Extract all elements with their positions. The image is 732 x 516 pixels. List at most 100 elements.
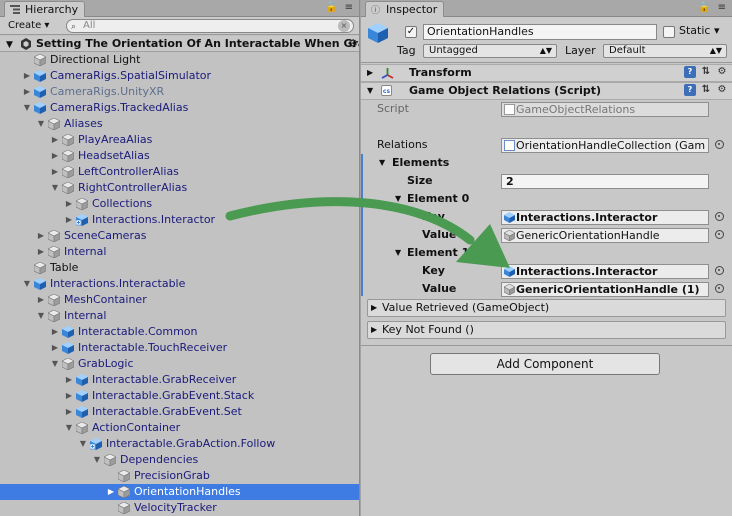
collapsed-arrow-icon[interactable]: ▶	[64, 388, 74, 404]
expanded-arrow-icon[interactable]: ▼	[367, 83, 373, 99]
panel-menu-icon[interactable]: 🔒 ≡	[325, 2, 355, 13]
hierarchy-row[interactable]: ▶ Interactable.TouchReceiver	[0, 340, 359, 356]
collapsed-arrow-icon[interactable]: ▶	[106, 484, 116, 500]
tag-dropdown[interactable]: Untagged ▲▼	[423, 44, 557, 58]
hierarchy-row[interactable]: ▶ CameraRigs.SpatialSimulator	[0, 68, 359, 84]
collapsed-arrow-icon[interactable]: ▶	[64, 212, 74, 228]
object-picker-icon[interactable]	[715, 140, 724, 149]
gear-icon[interactable]: ⚙	[716, 66, 728, 78]
hierarchy-row[interactable]: Directional Light	[0, 52, 359, 68]
collapsed-arrow-icon[interactable]: ▶	[367, 65, 373, 81]
element1-row[interactable]: ▼ Element 1	[361, 244, 732, 262]
hierarchy-row[interactable]: ▼ Aliases	[0, 116, 359, 132]
hierarchy-row[interactable]: ▶ Collections	[0, 196, 359, 212]
hierarchy-row[interactable]: ▶ MeshContainer	[0, 292, 359, 308]
static-dropdown[interactable]: Static ▾	[679, 24, 719, 38]
collapsed-arrow-icon[interactable]: ▶	[22, 68, 32, 84]
hierarchy-row[interactable]: PrecisionGrab	[0, 468, 359, 484]
hierarchy-row[interactable]: ▶ PlayAreaAlias	[0, 132, 359, 148]
expanded-arrow-icon[interactable]: ▼	[379, 154, 385, 172]
preset-icon[interactable]: ⇅	[700, 66, 712, 78]
collapsed-arrow-icon[interactable]: ▶	[371, 322, 377, 338]
active-checkbox[interactable]: ✓	[405, 26, 417, 38]
scene-header[interactable]: ▼ Setting The Orientation Of An Interact…	[0, 36, 359, 52]
gear-icon[interactable]: ⚙	[716, 84, 728, 96]
collapsed-arrow-icon[interactable]: ▶	[50, 148, 60, 164]
expanded-arrow-icon[interactable]: ▼	[395, 244, 401, 262]
hierarchy-row[interactable]: ▼ CameraRigs.TrackedAlias	[0, 100, 359, 116]
relations-component-header[interactable]: ▼ cs Game Object Relations (Script) ? ⇅ …	[361, 82, 732, 100]
value-retrieved-event[interactable]: ▶ Value Retrieved (GameObject)	[367, 299, 726, 317]
hierarchy-row[interactable]: ▼ Dependencies	[0, 452, 359, 468]
object-picker-icon[interactable]	[715, 230, 724, 239]
static-checkbox[interactable]	[663, 26, 675, 38]
collapsed-arrow-icon[interactable]: ▶	[50, 164, 60, 180]
collapsed-arrow-icon[interactable]: ▶	[50, 324, 60, 340]
hierarchy-row[interactable]: ▶ SceneCameras	[0, 228, 359, 244]
hierarchy-row[interactable]: ▼ ActionContainer	[0, 420, 359, 436]
hierarchy-row[interactable]: ▼ RightControllerAlias	[0, 180, 359, 196]
collapsed-arrow-icon[interactable]: ▶	[50, 132, 60, 148]
help-book-icon[interactable]: ?	[684, 66, 696, 78]
key-not-found-event[interactable]: ▶ Key Not Found ()	[367, 321, 726, 339]
expanded-arrow-icon[interactable]: ▼	[36, 308, 46, 324]
expanded-arrow-icon[interactable]: ▼	[50, 356, 60, 372]
hierarchy-row[interactable]: ▶ Interactions.Interactor	[0, 212, 359, 228]
add-component-button[interactable]: Add Component	[430, 353, 660, 375]
object-name-field[interactable]: OrientationHandles	[423, 24, 657, 40]
expanded-arrow-icon[interactable]: ▼	[78, 436, 88, 452]
hierarchy-row[interactable]: ▼ Interactable.GrabAction.Follow	[0, 436, 359, 452]
expanded-arrow-icon[interactable]: ▼	[395, 190, 401, 208]
elements-row[interactable]: ▼ Elements	[361, 154, 732, 172]
hierarchy-row[interactable]: ▼ GrabLogic	[0, 356, 359, 372]
collapsed-arrow-icon[interactable]: ▶	[371, 300, 377, 316]
collapsed-arrow-icon[interactable]: ▶	[36, 228, 46, 244]
expanded-arrow-icon[interactable]: ▼	[22, 276, 32, 292]
collapsed-arrow-icon[interactable]: ▶	[64, 404, 74, 420]
search-input[interactable]: ⌕ All ×	[66, 19, 354, 33]
hierarchy-row[interactable]: ▶ OrientationHandles	[0, 484, 359, 500]
hierarchy-row[interactable]: Table	[0, 260, 359, 276]
hierarchy-row[interactable]: ▶ Interactable.GrabEvent.Set	[0, 404, 359, 420]
clear-search-icon[interactable]: ×	[338, 20, 350, 32]
hierarchy-row[interactable]: ▶ LeftControllerAlias	[0, 164, 359, 180]
collapsed-arrow-icon[interactable]: ▶	[64, 372, 74, 388]
hierarchy-row[interactable]: ▼ Internal	[0, 308, 359, 324]
collapsed-arrow-icon[interactable]: ▶	[22, 84, 32, 100]
expanded-arrow-icon[interactable]: ▼	[36, 116, 46, 132]
transform-component-header[interactable]: ▶ Transform ? ⇅ ⚙	[361, 64, 732, 82]
expanded-arrow-icon[interactable]: ▼	[50, 180, 60, 196]
hierarchy-row[interactable]: ▶ HeadsetAlias	[0, 148, 359, 164]
hierarchy-row[interactable]: ▶ Interactable.GrabEvent.Stack	[0, 388, 359, 404]
expanded-arrow-icon[interactable]: ▼	[22, 100, 32, 116]
collapsed-arrow-icon[interactable]: ▶	[50, 340, 60, 356]
object-picker-icon[interactable]	[715, 212, 724, 221]
element1-key-field[interactable]: Interactions.Interactor	[501, 264, 709, 279]
element1-value-field[interactable]: GenericOrientationHandle (1)	[501, 282, 709, 297]
collapsed-arrow-icon[interactable]: ▶	[64, 196, 74, 212]
tab-inspector[interactable]: ⓘ Inspector	[365, 1, 445, 17]
preset-icon[interactable]: ⇅	[700, 84, 712, 96]
hierarchy-row[interactable]: ▶ Interactable.GrabReceiver	[0, 372, 359, 388]
help-book-icon[interactable]: ?	[684, 84, 696, 96]
hierarchy-row[interactable]: ▶ Interactable.Common	[0, 324, 359, 340]
expand-arrow-icon[interactable]: ▼	[6, 37, 13, 51]
size-field[interactable]: 2	[501, 174, 709, 189]
tab-hierarchy[interactable]: Hierarchy	[4, 1, 86, 17]
element0-row[interactable]: ▼ Element 0	[361, 190, 732, 208]
hierarchy-row[interactable]: ▶ CameraRigs.UnityXR	[0, 84, 359, 100]
hierarchy-row[interactable]: ▶ Internal	[0, 244, 359, 260]
collapsed-arrow-icon[interactable]: ▶	[36, 244, 46, 260]
inspector-menu-icon[interactable]: 🔒 ≡	[698, 2, 728, 13]
layer-dropdown[interactable]: Default ▲▼	[603, 44, 727, 58]
expanded-arrow-icon[interactable]: ▼	[64, 420, 74, 436]
scene-menu-icon[interactable]: ⚙	[348, 36, 358, 51]
element0-key-field[interactable]: Interactions.Interactor	[501, 210, 709, 225]
hierarchy-row[interactable]: VelocityTracker	[0, 500, 359, 516]
element0-value-field[interactable]: GenericOrientationHandle	[501, 228, 709, 243]
relations-field[interactable]: OrientationHandleCollection (Gam	[501, 138, 709, 153]
object-picker-icon[interactable]	[715, 284, 724, 293]
object-picker-icon[interactable]	[715, 266, 724, 275]
hierarchy-row[interactable]: ▼ Interactions.Interactable	[0, 276, 359, 292]
create-button[interactable]: Create ▾	[4, 19, 53, 33]
